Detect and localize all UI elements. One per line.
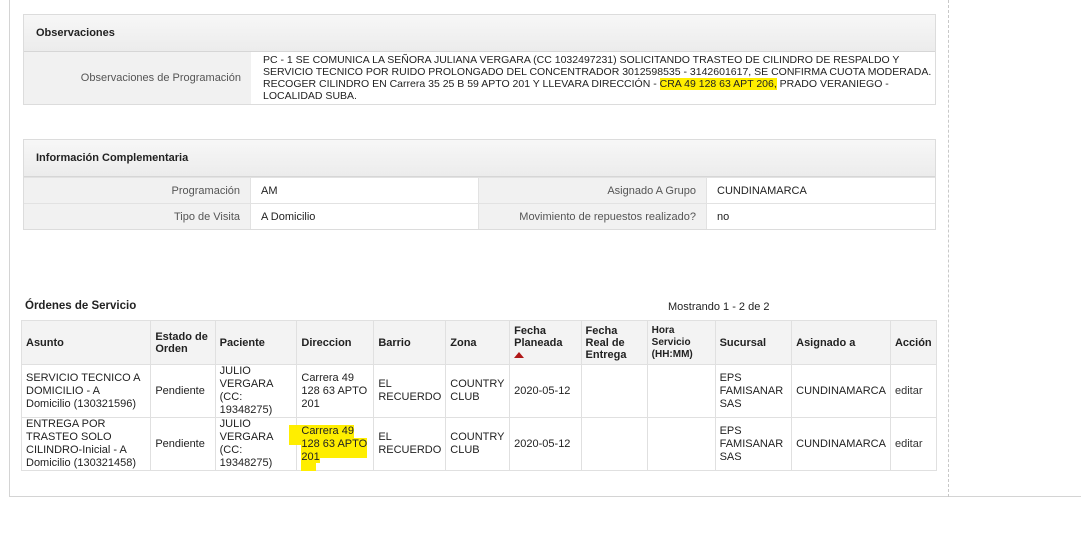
orders-count: Mostrando 1 - 2 de 2 <box>668 301 770 313</box>
cell-fecha-planeada: 2020-05-12 <box>509 417 582 471</box>
movimiento-repuestos-value: no <box>717 210 730 223</box>
movimiento-repuestos-label: Movimiento de repuestos realizado? <box>479 204 707 229</box>
cell-direccion: Carrera 49 128 63 APTO 201 <box>296 417 375 471</box>
info-panel: Información Complementaria Programación … <box>23 139 936 230</box>
cell-asunto: SERVICIO TECNICO A DOMICILIO - A Domicil… <box>20 364 152 418</box>
col-direccion[interactable]: Direccion <box>296 320 375 365</box>
col-fecha-real[interactable]: Fecha Real de Entrega <box>580 320 648 365</box>
observaciones-row: Observaciones de Programación PC - 1 SE … <box>24 52 935 104</box>
col-sucursal[interactable]: Sucursal <box>714 320 793 365</box>
col-fecha-planeada[interactable]: Fecha Planeada <box>509 320 582 365</box>
col-hora[interactable]: Hora Servicio (HH:MM) <box>646 320 716 365</box>
cell-zona: COUNTRY CLUB <box>445 417 511 471</box>
sort-asc-icon <box>514 351 525 358</box>
orders-header-row: Asunto Estado de Orden Paciente Direccio… <box>20 320 938 365</box>
tipo-visita-value: A Domicilio <box>251 204 479 229</box>
table-row: ENTREGA POR TRASTEO SOLO CILINDRO-Inicia… <box>20 417 938 471</box>
cell-estado: Pendiente <box>150 364 216 418</box>
cell-direccion: Carrera 49 128 63 APTO 201 <box>296 364 375 418</box>
cell-zona: COUNTRY CLUB <box>445 364 511 418</box>
cell-fecha-planeada: 2020-05-12 <box>509 364 582 418</box>
info-title: Información Complementaria <box>24 140 935 177</box>
frame-dashed-divider <box>948 0 949 497</box>
cell-barrio: EL RECUERDO <box>373 417 447 471</box>
observaciones-highlighted-address: CRA 49 128 63 APT 206, <box>659 78 777 90</box>
cell-paciente: JULIO VERGARA (CC: 19348275) <box>214 417 298 471</box>
cell-barrio: EL RECUERDO <box>373 364 447 418</box>
cell-fecha-real <box>580 364 648 418</box>
programacion-value: AM <box>251 178 479 203</box>
highlighted-address: Carrera 49 128 63 APTO 201 <box>301 424 368 463</box>
edit-link[interactable]: editar <box>895 438 923 450</box>
col-accion: Acción <box>889 320 938 365</box>
col-barrio[interactable]: Barrio <box>373 320 447 365</box>
observaciones-panel: Observaciones Observaciones de Programac… <box>23 14 936 105</box>
frame-bottom-border <box>9 496 1081 497</box>
asignado-grupo-value: CUNDINAMARCA <box>717 184 807 197</box>
cell-sucursal: EPS FAMISANAR SAS <box>714 364 793 418</box>
col-paciente[interactable]: Paciente <box>214 320 298 365</box>
col-zona[interactable]: Zona <box>445 320 511 365</box>
cell-asignado: CUNDINAMARCA <box>791 417 891 471</box>
col-asunto[interactable]: Asunto <box>20 320 152 365</box>
edit-link[interactable]: editar <box>895 385 923 397</box>
cell-accion: editar <box>889 364 938 418</box>
cell-hora <box>646 364 716 418</box>
info-row: Programación AM Asignado A Grupo CUNDINA… <box>24 177 935 203</box>
info-row: Tipo de Visita A Domicilio Movimiento de… <box>24 203 935 229</box>
cell-hora <box>646 417 716 471</box>
col-fecha-planeada-label: Fecha Planeada <box>514 324 563 349</box>
tipo-visita-label: Tipo de Visita <box>24 204 251 229</box>
cell-asignado: CUNDINAMARCA <box>791 364 891 418</box>
cell-paciente: JULIO VERGARA (CC: 19348275) <box>214 364 298 418</box>
table-row: SERVICIO TECNICO A DOMICILIO - A Domicil… <box>20 364 938 418</box>
frame-left-border <box>9 0 10 497</box>
asignado-grupo-label: Asignado A Grupo <box>479 178 707 203</box>
cell-accion: editar <box>889 417 938 471</box>
observaciones-label: Observaciones de Programación <box>24 52 251 104</box>
observaciones-text: PC - 1 SE COMUNICA LA SEÑORA JULIANA VER… <box>251 52 935 104</box>
col-estado[interactable]: Estado de Orden <box>150 320 216 365</box>
cell-sucursal: EPS FAMISANAR SAS <box>714 417 793 471</box>
orders-table: Asunto Estado de Orden Paciente Direccio… <box>20 320 938 471</box>
cell-fecha-real <box>580 417 648 471</box>
cell-asunto: ENTREGA POR TRASTEO SOLO CILINDRO-Inicia… <box>20 417 152 471</box>
col-asignado[interactable]: Asignado a <box>791 320 891 365</box>
orders-title: Órdenes de Servicio <box>25 300 137 312</box>
observaciones-title: Observaciones <box>24 15 935 52</box>
programacion-label: Programación <box>24 178 251 203</box>
cell-estado: Pendiente <box>150 417 216 471</box>
